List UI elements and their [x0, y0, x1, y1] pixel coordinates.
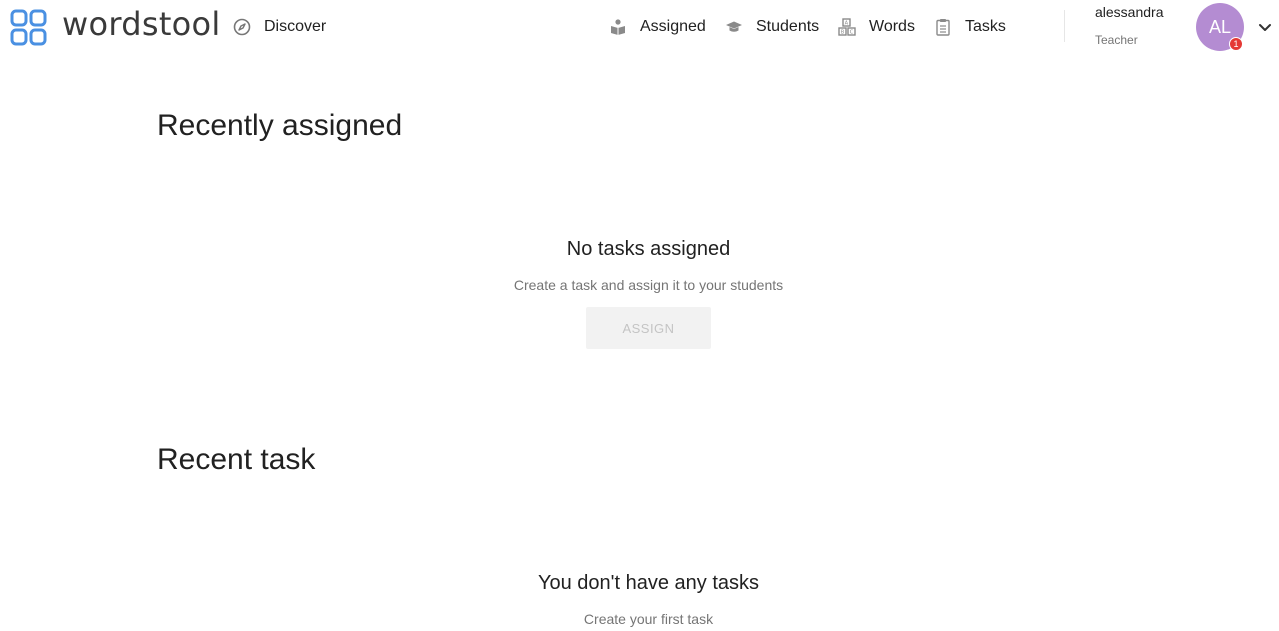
no-tasks-assigned-subtitle: Create a task and assign it to your stud… [513, 277, 784, 293]
user-role: Teacher [1095, 33, 1138, 47]
svg-text:C: C [850, 30, 854, 36]
logo-text: wordstool [62, 5, 221, 43]
svg-text:A: A [845, 21, 849, 27]
chevron-down-icon[interactable] [1256, 18, 1274, 36]
top-navbar: wordstool Discover Assigned Students A B… [0, 0, 1279, 54]
abc-blocks-icon: A B C [837, 17, 857, 37]
user-name: alessandra [1095, 4, 1164, 20]
nav-assigned-label: Assigned [640, 18, 706, 35]
nav-tasks[interactable]: Tasks [933, 14, 1006, 40]
notification-badge: 1 [1229, 37, 1243, 51]
no-tasks-subtitle: Create your first task [583, 611, 714, 627]
svg-text:B: B [841, 30, 845, 36]
logo[interactable]: wordstool [10, 8, 221, 46]
recent-task-title: Recent task [157, 443, 316, 476]
nav-words-label: Words [869, 18, 915, 35]
no-tasks-assigned-title: No tasks assigned [566, 238, 731, 260]
assign-button[interactable]: ASSIGN [586, 307, 711, 349]
graduation-cap-icon [724, 17, 744, 37]
no-tasks-title: You don't have any tasks [537, 572, 759, 594]
nav-students[interactable]: Students [724, 14, 819, 40]
compass-icon [232, 17, 252, 37]
nav-discover-label: Discover [264, 18, 327, 35]
clipboard-icon [933, 17, 953, 37]
nav-students-label: Students [756, 18, 820, 35]
recently-assigned-title: Recently assigned [157, 109, 403, 142]
nav-tasks-label: Tasks [965, 18, 1006, 35]
nav-words[interactable]: A B C Words [837, 14, 915, 40]
header-divider [1064, 10, 1065, 42]
nav-assigned[interactable]: Assigned [608, 14, 706, 40]
logo-grid-icon [10, 9, 47, 45]
reader-icon [608, 17, 628, 37]
nav-discover[interactable]: Discover [232, 14, 326, 40]
